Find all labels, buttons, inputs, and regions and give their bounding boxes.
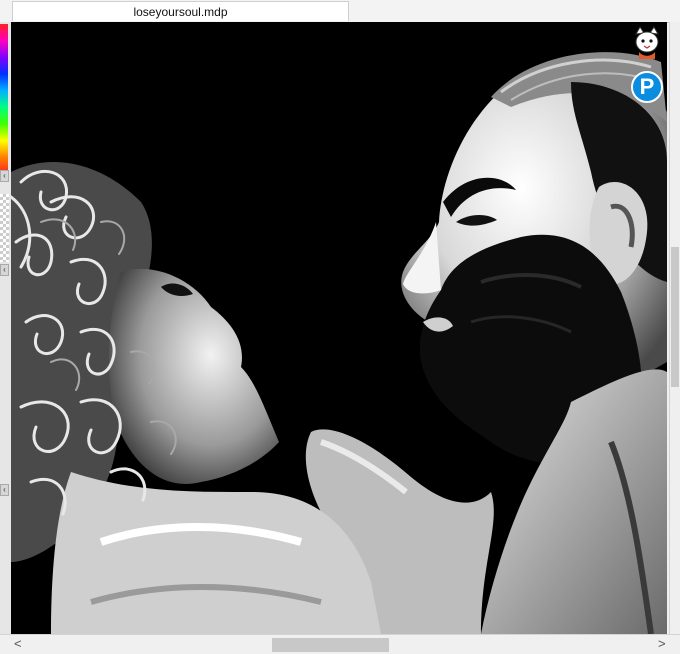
mascot-icon[interactable]	[633, 26, 661, 60]
horizontal-scroll-thumb[interactable]	[272, 638, 389, 652]
vertical-scroll-thumb[interactable]	[671, 247, 679, 387]
pixiv-icon[interactable]: P	[631, 71, 663, 103]
panel-expand-button-3[interactable]: ‹	[0, 484, 9, 496]
vertical-scrollbar[interactable]	[669, 22, 680, 634]
scroll-left-arrow[interactable]: <	[14, 636, 22, 652]
document-tab-bar: loseyoursoul.mdp	[0, 0, 680, 23]
hue-slider[interactable]	[0, 24, 8, 174]
panel-expand-button[interactable]: ‹	[0, 170, 9, 182]
panel-expand-button-2[interactable]: ‹	[0, 264, 9, 276]
document-tab[interactable]: loseyoursoul.mdp	[12, 1, 349, 21]
scroll-right-arrow[interactable]: >	[658, 636, 666, 652]
transparency-swatch[interactable]	[0, 194, 9, 262]
drawing-canvas[interactable]	[11, 22, 667, 634]
artwork	[11, 22, 667, 634]
horizontal-scrollbar[interactable]: < >	[0, 634, 680, 654]
